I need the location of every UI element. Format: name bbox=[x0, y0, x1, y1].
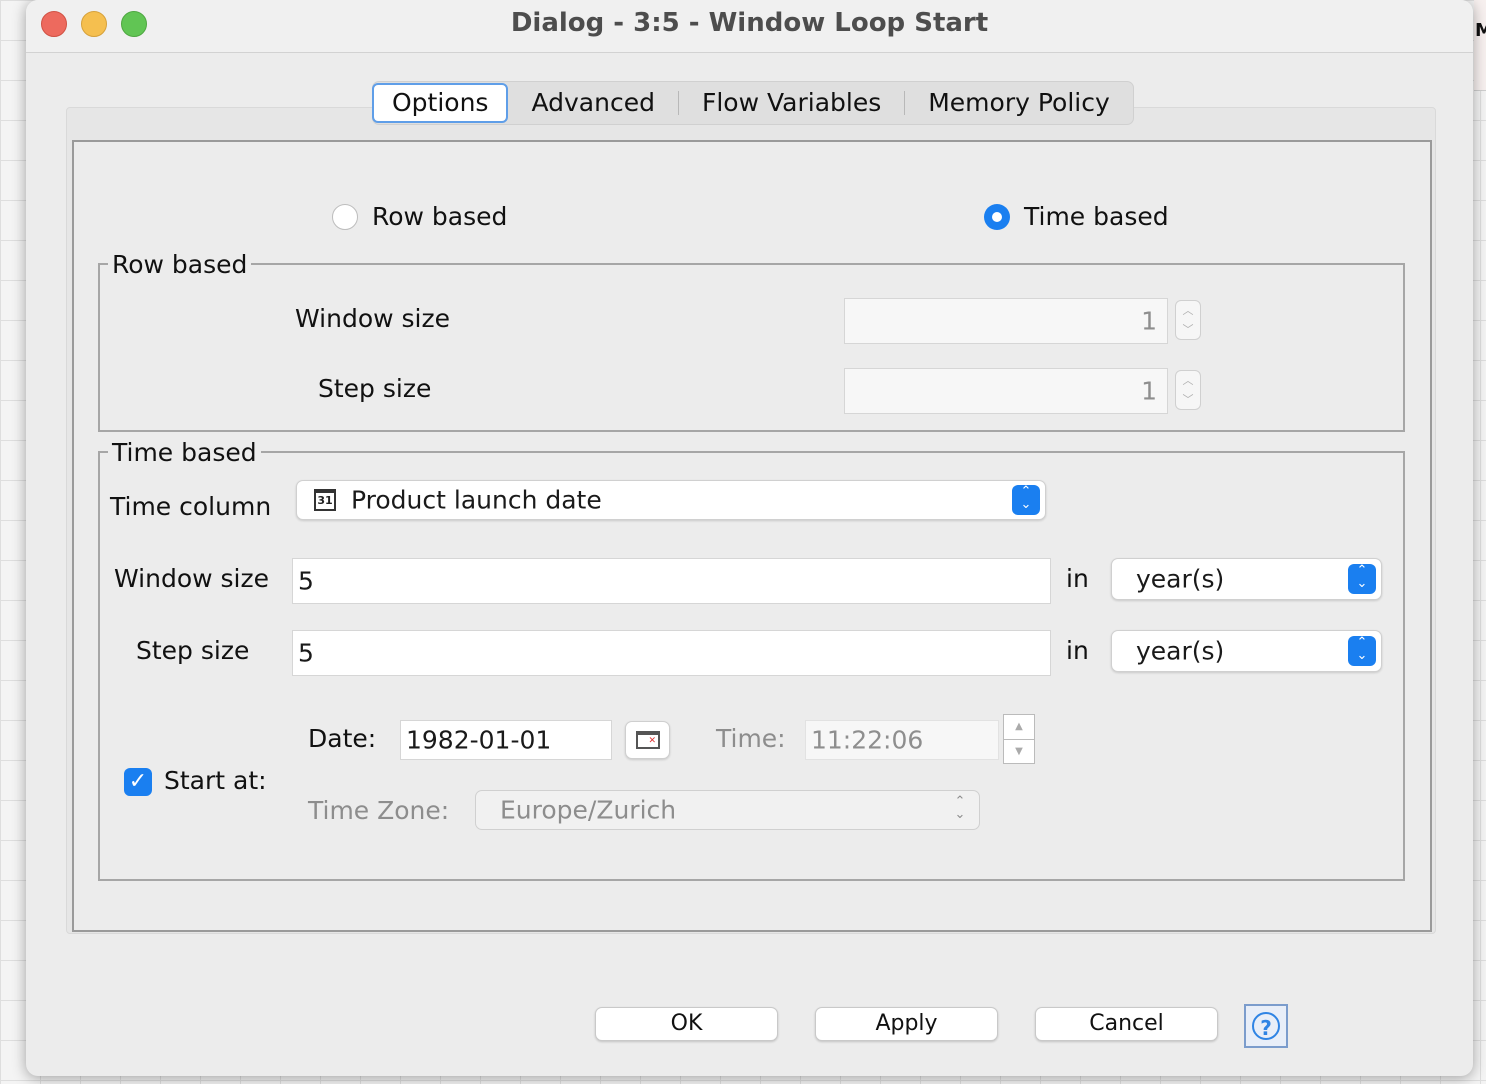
date-label: Date: bbox=[308, 724, 377, 753]
start-at-checkbox[interactable]: ✓ bbox=[124, 768, 152, 796]
time-zone-dropdown[interactable]: Europe/Zurich ⌃ ⌄ bbox=[475, 790, 980, 830]
window-unit-dropdown[interactable]: year(s) ⌃ ⌄ bbox=[1111, 558, 1382, 600]
time-based-radio-label[interactable]: Time based bbox=[1024, 202, 1169, 231]
spinner-down-icon[interactable]: ﹀ bbox=[1176, 390, 1200, 409]
row-based-group-title: Row based bbox=[108, 250, 252, 279]
background-window-letter: M bbox=[1475, 20, 1486, 41]
step-unit-dropdown[interactable]: year(s) ⌃ ⌄ bbox=[1111, 630, 1382, 672]
calendar-picker-icon: ✕ bbox=[636, 731, 660, 749]
window-title: Dialog - 3:5 - Window Loop Start bbox=[510, 8, 989, 38]
time-column-label: Time column bbox=[110, 492, 272, 521]
time-based-group-title: Time based bbox=[108, 438, 261, 467]
time-step-size-label: Step size bbox=[136, 636, 250, 665]
time-label: Time: bbox=[716, 724, 786, 753]
window-unit-in-label: in bbox=[1066, 564, 1089, 593]
time-step-size-field[interactable]: 5 bbox=[292, 630, 1051, 676]
row-window-size-spinner[interactable]: ︿ ﹀ bbox=[1175, 300, 1201, 340]
calendar-icon: 31 bbox=[314, 489, 336, 511]
spinner-up-icon[interactable]: ▲ bbox=[1004, 715, 1034, 739]
time-based-radio[interactable] bbox=[984, 204, 1010, 230]
time-window-size-field[interactable]: 5 bbox=[292, 558, 1051, 604]
time-field[interactable]: 11:22:06 bbox=[805, 720, 999, 760]
tab-bar: Options Advanced Flow Variables Memory P… bbox=[372, 81, 1134, 125]
dialog-window: Dialog - 3:5 - Window Loop Start Options… bbox=[26, 0, 1473, 1076]
apply-button[interactable]: Apply bbox=[815, 1007, 998, 1041]
row-based-radio[interactable] bbox=[332, 204, 358, 230]
spinner-down-icon[interactable]: ﹀ bbox=[1176, 320, 1200, 339]
tab-options[interactable]: Options bbox=[372, 83, 509, 123]
time-zone-label: Time Zone: bbox=[308, 796, 450, 825]
time-spinner[interactable]: ▲ ▼ bbox=[1003, 714, 1035, 764]
row-based-radio-label[interactable]: Row based bbox=[372, 202, 507, 231]
chevron-updown-icon: ⌃ ⌄ bbox=[1348, 564, 1376, 594]
row-step-size-label: Step size bbox=[318, 374, 432, 403]
help-button[interactable]: ? bbox=[1244, 1004, 1288, 1048]
chevron-updown-icon: ⌃ ⌄ bbox=[1012, 485, 1040, 515]
row-step-size-spinner[interactable]: ︿ ﹀ bbox=[1175, 370, 1201, 410]
cancel-button[interactable]: Cancel bbox=[1035, 1007, 1218, 1041]
time-window-size-label: Window size bbox=[114, 564, 269, 593]
start-at-label[interactable]: Start at: bbox=[164, 766, 267, 795]
spinner-up-icon[interactable]: ︿ bbox=[1176, 371, 1200, 390]
tab-advanced[interactable]: Advanced bbox=[508, 85, 678, 121]
chevron-updown-icon: ⌃ ⌄ bbox=[1348, 636, 1376, 666]
title-bar: Dialog - 3:5 - Window Loop Start bbox=[26, 0, 1473, 53]
date-field[interactable]: 1982-01-01 bbox=[400, 720, 612, 760]
time-column-value: Product launch date bbox=[351, 485, 602, 515]
row-step-size-field[interactable]: 1 bbox=[844, 368, 1168, 414]
row-based-group bbox=[98, 263, 1405, 432]
tab-memory-policy[interactable]: Memory Policy bbox=[905, 85, 1133, 121]
time-column-dropdown[interactable]: 31 Product launch date ⌃ ⌄ bbox=[296, 480, 1046, 520]
spinner-up-icon[interactable]: ︿ bbox=[1176, 301, 1200, 320]
chevron-updown-icon: ⌃ ⌄ bbox=[954, 794, 966, 822]
tab-flow-variables[interactable]: Flow Variables bbox=[679, 85, 904, 121]
ok-button[interactable]: OK bbox=[595, 1007, 778, 1041]
row-window-size-field[interactable]: 1 bbox=[844, 298, 1168, 344]
background-window-edge: M bbox=[1474, 0, 1486, 91]
date-picker-button[interactable]: ✕ bbox=[625, 721, 670, 759]
spinner-down-icon[interactable]: ▼ bbox=[1004, 739, 1034, 764]
row-window-size-label: Window size bbox=[295, 304, 450, 333]
help-icon: ? bbox=[1252, 1012, 1280, 1040]
step-unit-in-label: in bbox=[1066, 636, 1089, 665]
